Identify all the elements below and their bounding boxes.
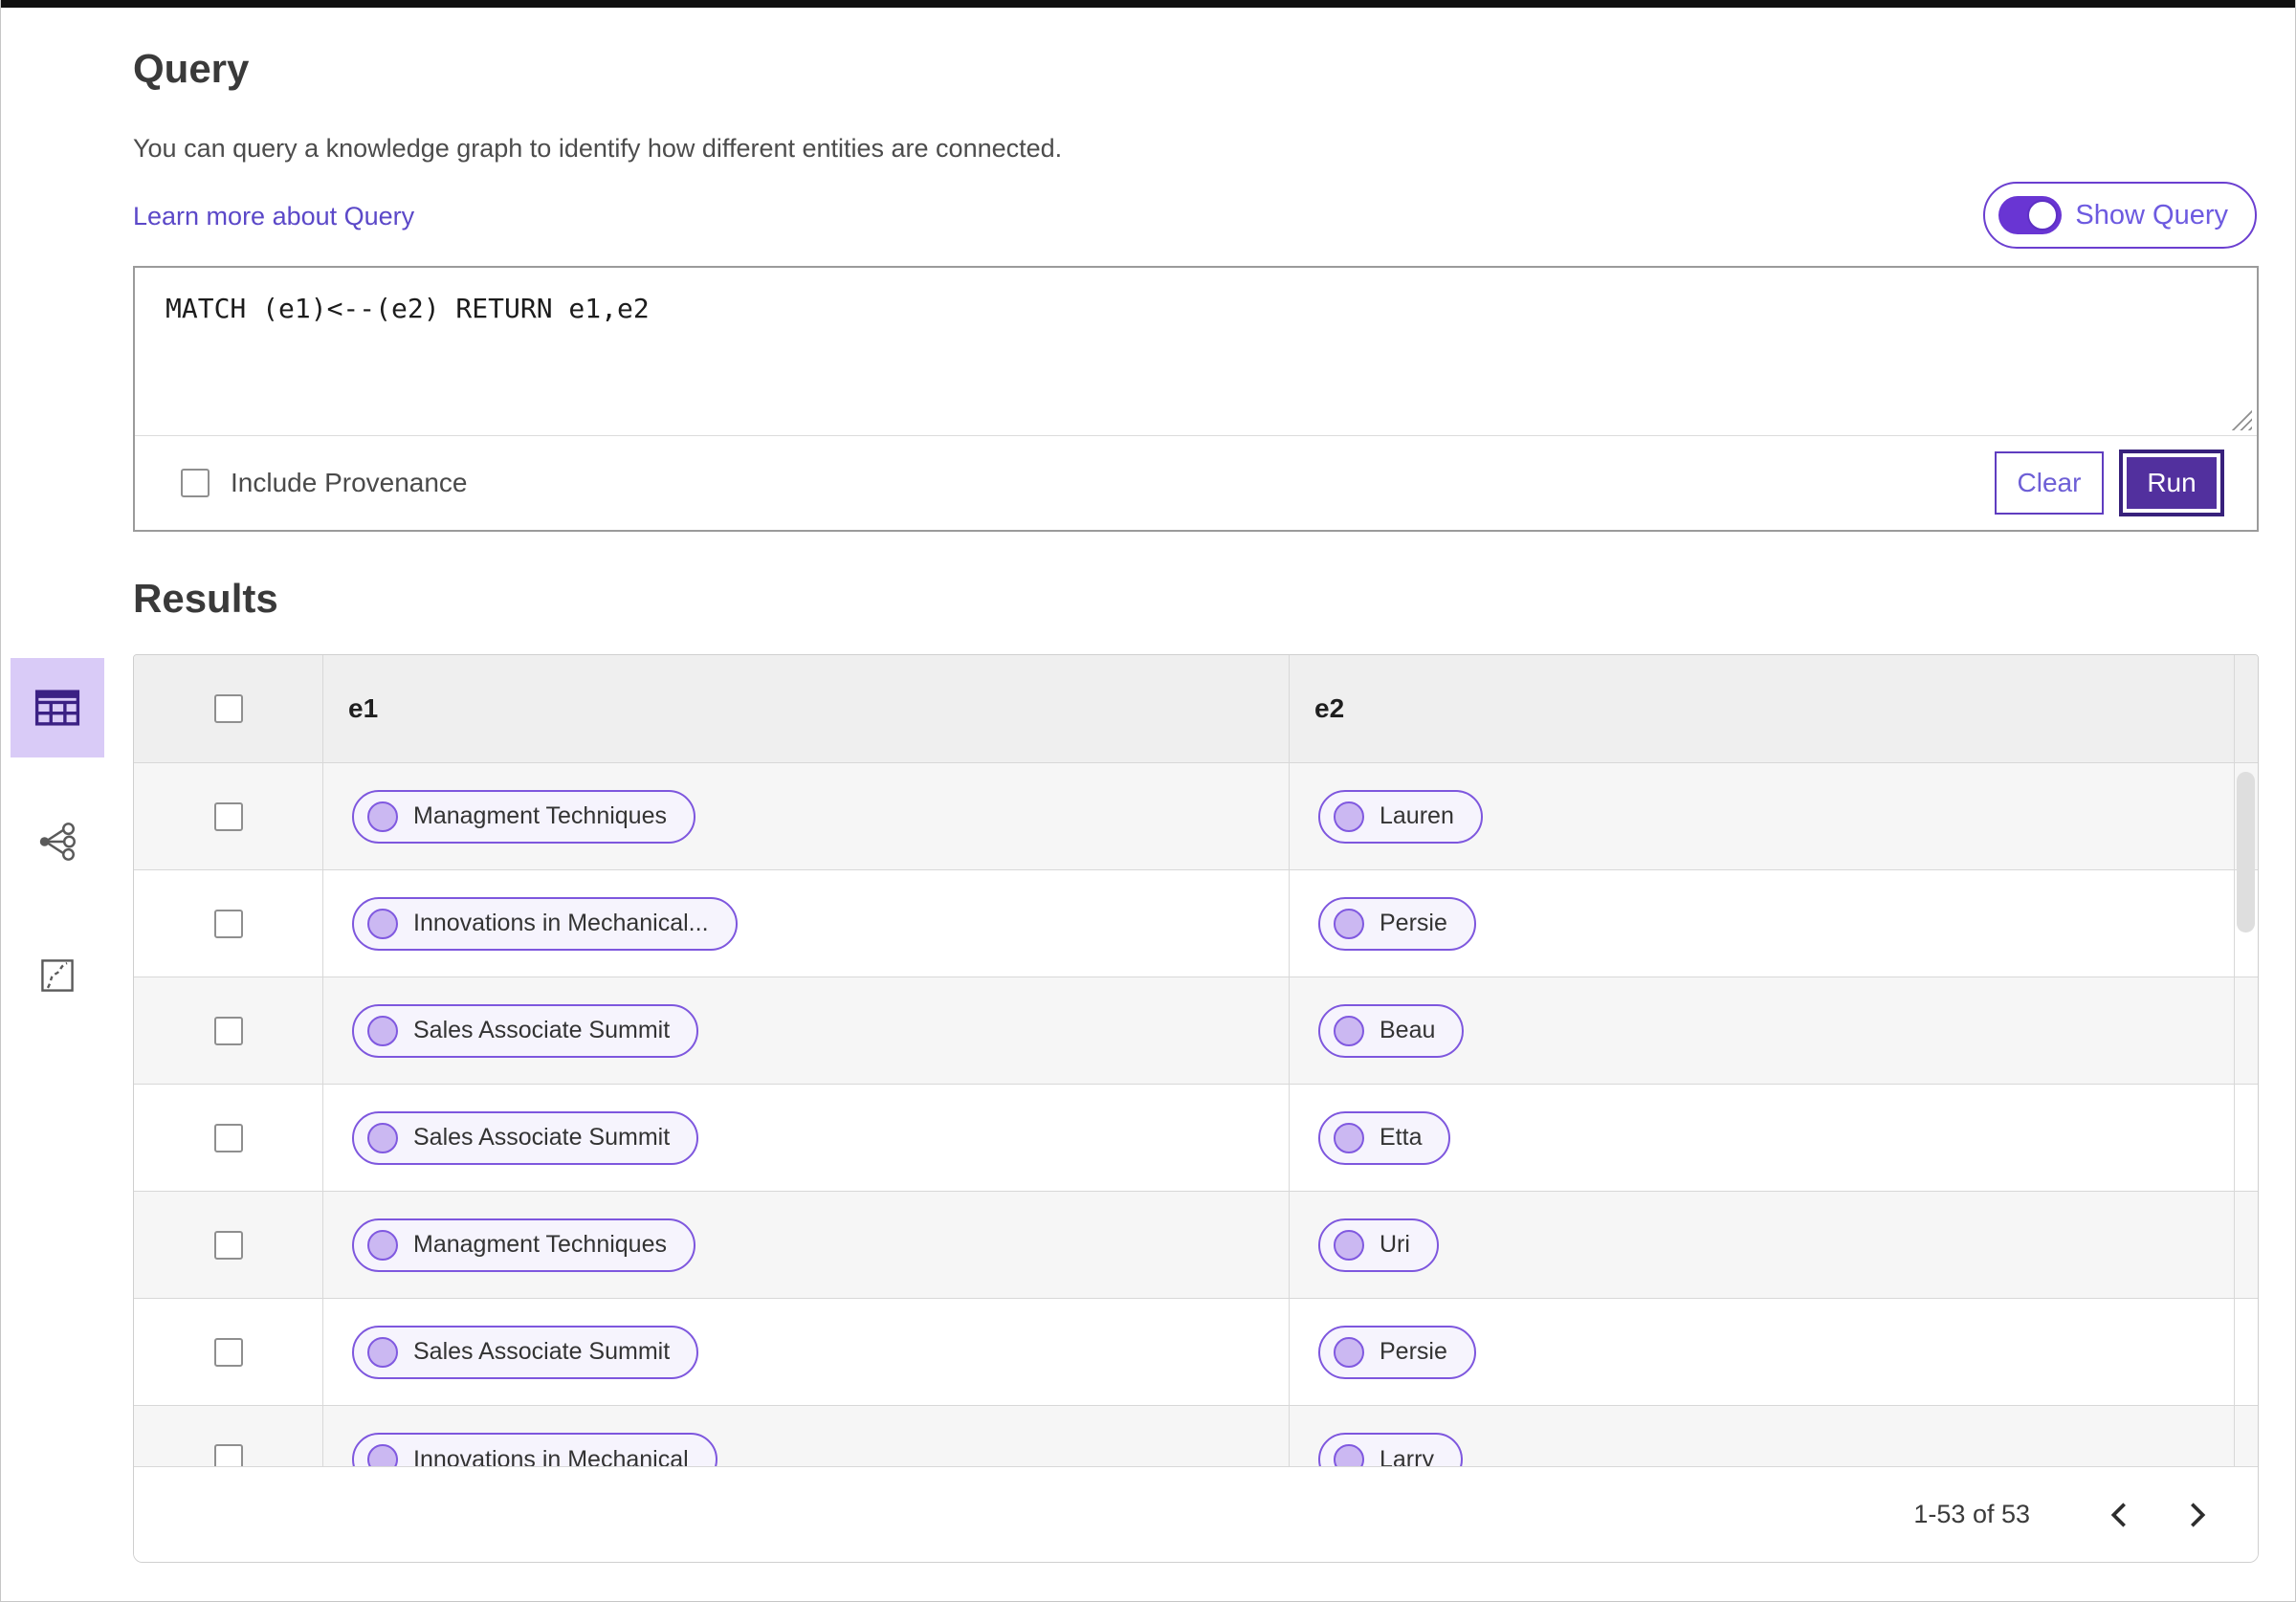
chevron-left-icon — [2110, 1502, 2126, 1527]
graph-view-button[interactable] — [11, 792, 104, 891]
previous-page-button[interactable] — [2097, 1486, 2141, 1544]
entity-icon — [1334, 1444, 1364, 1466]
row-checkbox[interactable] — [213, 1016, 243, 1045]
entity-icon — [1334, 1015, 1364, 1046]
table-row: Managment Techniques Lauren — [134, 762, 2258, 869]
entity-pill[interactable]: Sales Associate Summit — [352, 1325, 699, 1379]
entity-pill[interactable]: Managment Techniques — [352, 789, 695, 844]
query-editor-panel: MATCH (e1)<--(e2) RETURN e1,e2 Include P… — [133, 266, 2259, 532]
entity-pill[interactable]: Innovations in Mechanical — [352, 1433, 718, 1466]
scrollbar-track[interactable] — [2234, 655, 2258, 762]
entity-pill[interactable]: Sales Associate Summit — [352, 1003, 699, 1058]
scrollbar-track[interactable] — [2234, 1406, 2258, 1466]
entity-icon — [367, 1229, 398, 1261]
entity-icon — [1334, 1336, 1364, 1368]
scrollbar-track[interactable] — [2234, 1192, 2258, 1298]
table-row: Innovations in Mechanical... Persie — [134, 869, 2258, 977]
map-view-button[interactable] — [11, 926, 104, 1025]
window-top-bar — [1, 0, 2295, 8]
resize-handle-icon[interactable] — [2231, 409, 2252, 430]
entity-icon — [367, 1015, 398, 1046]
entity-pill[interactable]: Sales Associate Summit — [352, 1110, 699, 1165]
entity-icon — [367, 1444, 398, 1466]
include-provenance-label: Include Provenance — [231, 468, 468, 497]
column-header-e1: e1 — [348, 693, 379, 723]
entity-pill[interactable]: Larry — [1318, 1433, 1463, 1466]
row-checkbox[interactable] — [213, 1123, 243, 1152]
entity-icon — [367, 1122, 398, 1153]
scrollbar-track[interactable] — [2234, 1299, 2258, 1405]
pagination-range-label: 1-53 of 53 — [1913, 1500, 2030, 1528]
table-icon — [34, 690, 80, 726]
row-checkbox[interactable] — [213, 1337, 243, 1367]
row-checkbox[interactable] — [213, 909, 243, 938]
entity-icon — [1334, 801, 1364, 832]
view-switcher — [11, 658, 104, 1025]
pagination-bar: 1-53 of 53 — [134, 1466, 2258, 1562]
table-view-button[interactable] — [11, 658, 104, 757]
map-route-icon — [41, 959, 74, 992]
query-actions-row: Include Provenance Clear Run — [135, 436, 2257, 530]
entity-pill[interactable]: Etta — [1318, 1110, 1451, 1165]
toggle-knob — [2027, 200, 2059, 230]
entity-pill[interactable]: Innovations in Mechanical... — [352, 896, 738, 951]
entity-pill[interactable]: Beau — [1318, 1003, 1465, 1058]
row-checkbox[interactable] — [213, 1444, 243, 1466]
results-title: Results — [133, 576, 278, 621]
table-row: Innovations in Mechanical Larry — [134, 1405, 2258, 1466]
scrollbar-track[interactable] — [2234, 1085, 2258, 1191]
entity-icon — [367, 908, 398, 939]
network-icon — [39, 823, 76, 861]
entity-pill[interactable]: Lauren — [1318, 789, 1483, 844]
row-checkbox[interactable] — [213, 1230, 243, 1260]
select-all-checkbox[interactable] — [213, 694, 243, 723]
scrollbar-thumb[interactable] — [2237, 772, 2255, 933]
clear-button[interactable]: Clear — [1995, 451, 2104, 515]
scrollbar-track[interactable] — [2234, 977, 2258, 1084]
column-header-e2: e2 — [1314, 693, 1345, 723]
entity-icon — [367, 1336, 398, 1368]
include-provenance-checkbox[interactable] — [181, 469, 210, 497]
entity-pill[interactable]: Uri — [1318, 1218, 1439, 1272]
run-button[interactable]: Run — [2119, 450, 2224, 516]
learn-more-link[interactable]: Learn more about Query — [133, 202, 414, 231]
results-table: e1 e2 Managment Techniques Lauren Innova… — [133, 654, 2259, 1563]
entity-icon — [367, 801, 398, 832]
show-query-toggle-button[interactable]: Show Query — [1983, 182, 2257, 249]
query-panel-header: Query You can query a knowledge graph to… — [1, 46, 2295, 249]
results-section: Results e1 e2 Managment Techniques Laure… — [1, 576, 2295, 1563]
chevron-right-icon — [2191, 1502, 2206, 1527]
next-page-button[interactable] — [2175, 1486, 2219, 1544]
query-text-input[interactable]: MATCH (e1)<--(e2) RETURN e1,e2 — [135, 268, 2257, 436]
entity-pill[interactable]: Managment Techniques — [352, 1218, 695, 1272]
table-row: Sales Associate Summit Persie — [134, 1298, 2258, 1405]
toggle-on-icon[interactable] — [1998, 196, 2063, 234]
include-provenance-group: Include Provenance — [181, 468, 468, 498]
table-header-row: e1 e2 — [134, 655, 2258, 762]
row-checkbox[interactable] — [213, 801, 243, 831]
query-description: You can query a knowledge graph to ident… — [133, 134, 1063, 163]
table-row: Sales Associate Summit Beau — [134, 977, 2258, 1084]
entity-pill[interactable]: Persie — [1318, 896, 1476, 951]
query-title: Query — [133, 46, 250, 91]
show-query-label: Show Query — [2075, 199, 2228, 230]
table-row: Managment Techniques Uri — [134, 1191, 2258, 1298]
app-window: Query You can query a knowledge graph to… — [0, 0, 2296, 1602]
entity-icon — [1334, 908, 1364, 939]
table-row: Sales Associate Summit Etta — [134, 1084, 2258, 1191]
entity-icon — [1334, 1229, 1364, 1261]
entity-pill[interactable]: Persie — [1318, 1325, 1476, 1379]
entity-icon — [1334, 1122, 1364, 1153]
